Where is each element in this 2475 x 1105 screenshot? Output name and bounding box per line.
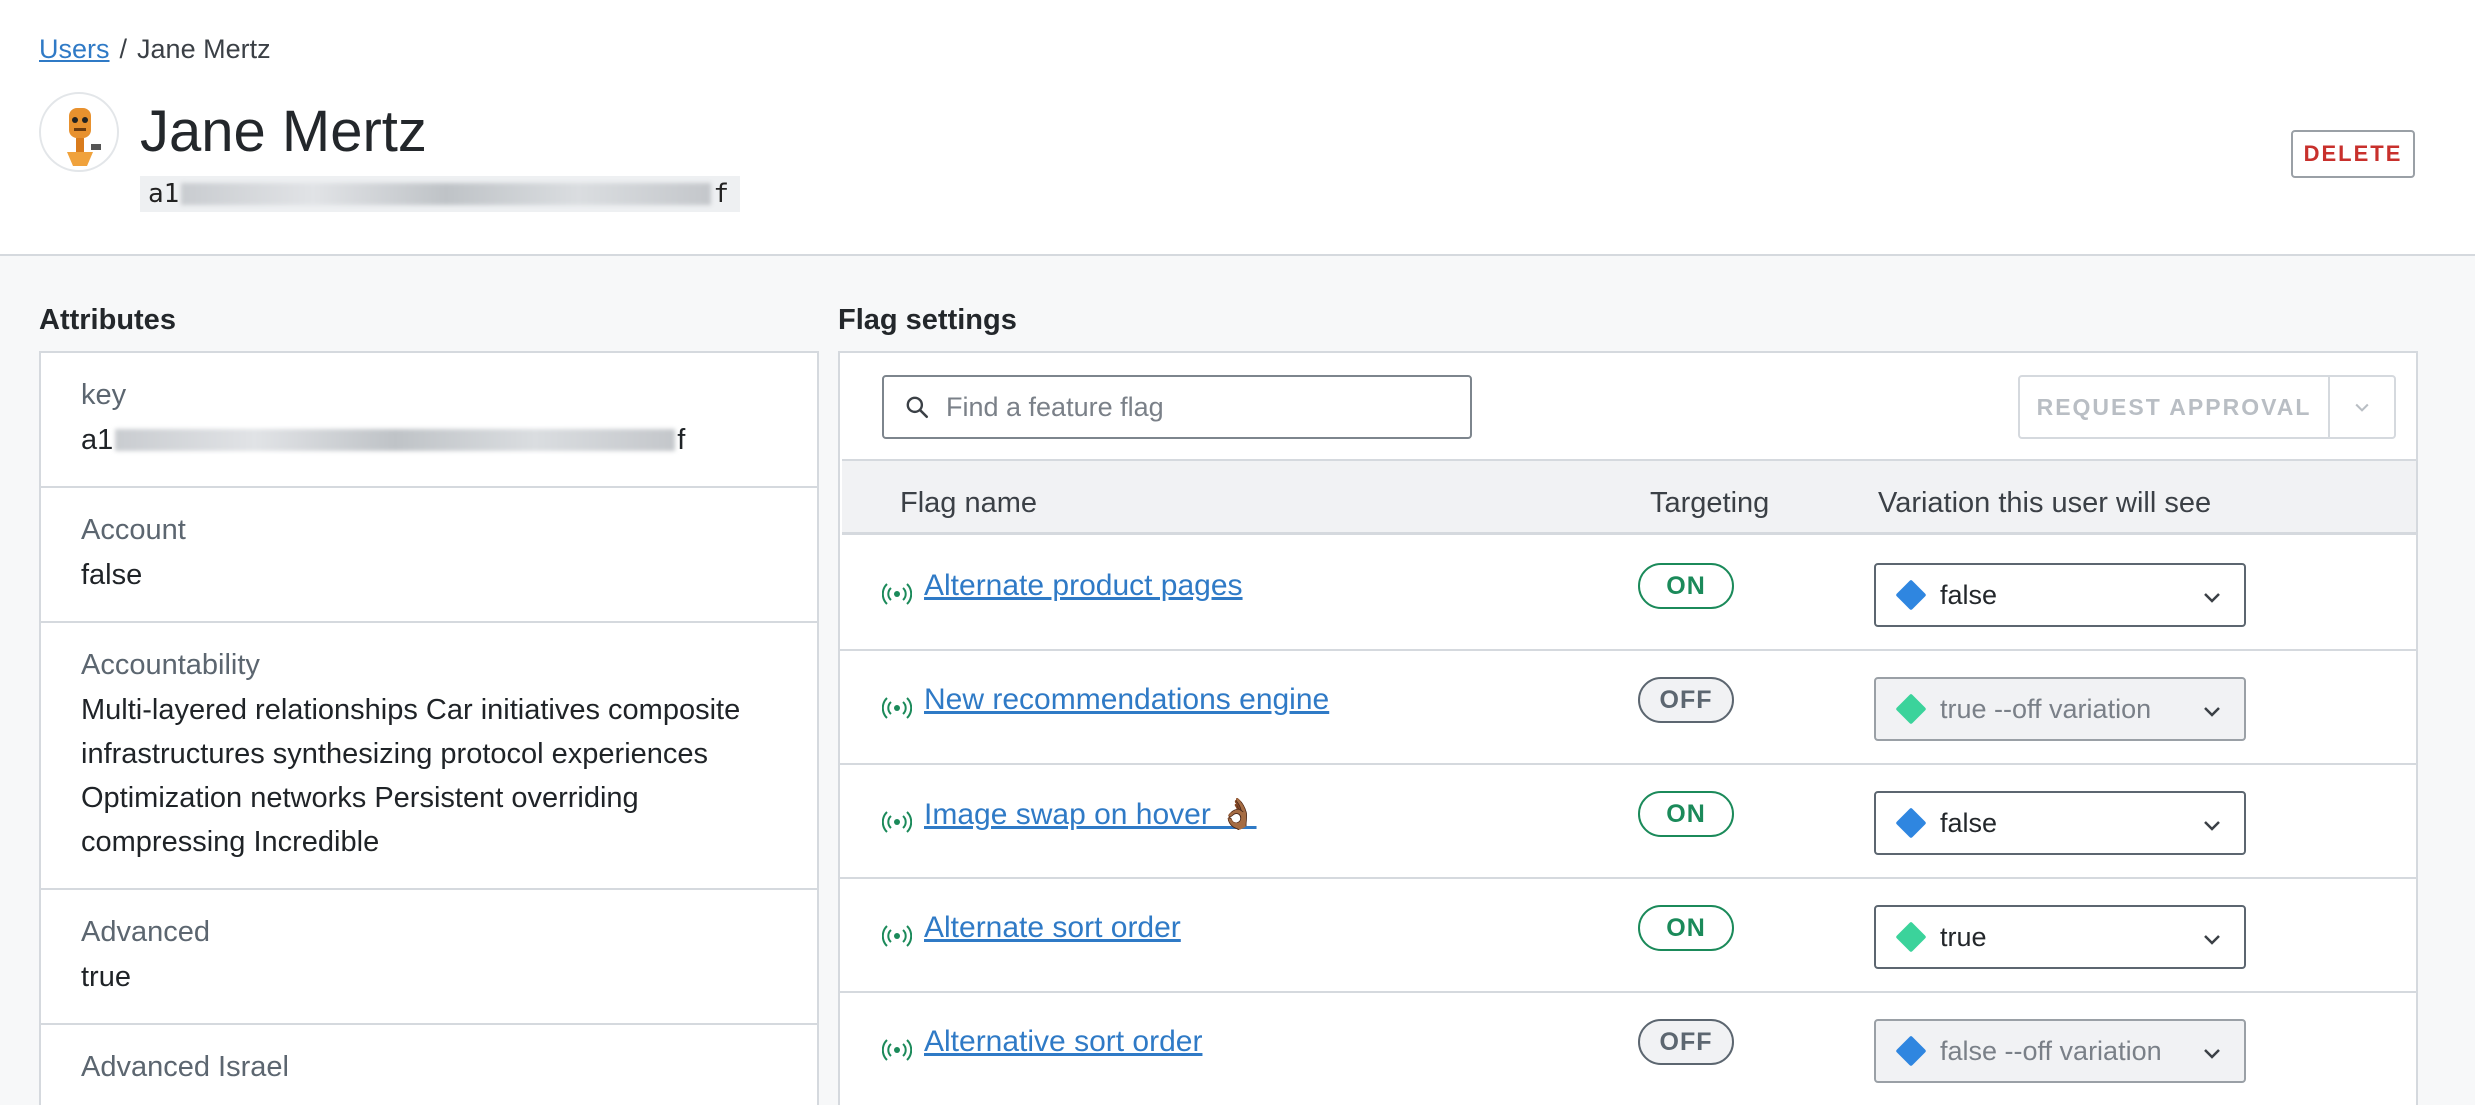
attribute-value-prefix: a1 bbox=[81, 424, 114, 456]
flag-name-link[interactable]: Image swap on hover 👌🏾 bbox=[924, 797, 1257, 832]
table-row: Alternate sort order ON true bbox=[840, 879, 2416, 993]
request-approval-group: REQUEST APPROVAL bbox=[2018, 375, 2396, 439]
attributes-title: Attributes bbox=[39, 304, 176, 336]
flag-search[interactable] bbox=[882, 375, 1472, 439]
redacted-id-block bbox=[181, 183, 712, 205]
variation-color-icon bbox=[1895, 1035, 1927, 1067]
redacted-key-block bbox=[115, 429, 676, 451]
robot-avatar-icon bbox=[67, 108, 101, 166]
flag-name-link[interactable]: Alternate sort order bbox=[924, 911, 1181, 945]
search-input[interactable] bbox=[946, 391, 1446, 423]
broadcast-icon bbox=[882, 925, 912, 947]
variation-value: true --off variation bbox=[1940, 693, 2152, 724]
breadcrumb-separator: / bbox=[119, 34, 128, 64]
variation-select: false --off variation bbox=[1874, 1019, 2246, 1083]
chevron-down-icon bbox=[2204, 821, 2220, 831]
attribute-advanced-israel: Advanced Israel bbox=[41, 1025, 817, 1105]
table-row: New recommendations engine OFF true --off … bbox=[840, 651, 2416, 765]
breadcrumb: Users / Jane Mertz bbox=[39, 34, 271, 65]
variation-color-icon bbox=[1895, 921, 1927, 953]
flag-name-link[interactable]: Alternative sort order bbox=[924, 1025, 1202, 1059]
flags-table-header: Flag name Targeting Variation this user … bbox=[842, 459, 2416, 535]
user-id: a1 f bbox=[140, 176, 740, 212]
variation-value: false --off variation bbox=[1940, 1035, 2162, 1066]
broadcast-icon bbox=[882, 811, 912, 833]
variation-color-icon bbox=[1895, 807, 1927, 839]
page-title: Jane Mertz bbox=[140, 99, 427, 164]
attribute-accountability: Accountability Multi-layered relationshi… bbox=[41, 623, 817, 890]
attribute-key: key a1 f bbox=[41, 353, 817, 488]
variation-select[interactable]: false bbox=[1874, 563, 2246, 627]
user-id-prefix: a1 bbox=[148, 179, 180, 209]
variation-value: true bbox=[1940, 921, 1987, 952]
targeting-badge: ON bbox=[1638, 563, 1734, 609]
request-approval-button[interactable]: REQUEST APPROVAL bbox=[2020, 377, 2330, 437]
variation-select: true --off variation bbox=[1874, 677, 2246, 741]
table-row: Alternate product pages ON false bbox=[840, 537, 2416, 651]
attribute-value: true bbox=[81, 961, 131, 993]
targeting-badge: ON bbox=[1638, 905, 1734, 951]
attribute-name: Account bbox=[81, 514, 186, 546]
column-variation: Variation this user will see bbox=[1878, 487, 2212, 519]
variation-select[interactable]: true bbox=[1874, 905, 2246, 969]
variation-color-icon bbox=[1895, 693, 1927, 725]
column-targeting: Targeting bbox=[1650, 487, 1770, 519]
chevron-down-icon bbox=[2204, 935, 2220, 945]
chevron-down-icon bbox=[2204, 1049, 2220, 1059]
flag-settings-title: Flag settings bbox=[838, 304, 1017, 336]
attribute-name: Accountability bbox=[81, 649, 260, 681]
broadcast-icon bbox=[882, 697, 912, 719]
attribute-value-suffix: f bbox=[677, 424, 686, 456]
flag-name-link[interactable]: Alternate product pages bbox=[924, 569, 1243, 603]
broadcast-icon bbox=[882, 1039, 912, 1061]
attribute-value: a1 f bbox=[81, 418, 777, 462]
request-approval-dropdown[interactable] bbox=[2330, 377, 2394, 437]
attribute-value: false bbox=[81, 559, 143, 591]
targeting-badge: ON bbox=[1638, 791, 1734, 837]
chevron-down-icon bbox=[2204, 593, 2220, 603]
attribute-account: Account false bbox=[41, 488, 817, 623]
breadcrumb-current: Jane Mertz bbox=[137, 34, 271, 64]
page-header: Users / Jane Mertz Jane Mertz a1 f DELETE bbox=[0, 0, 2475, 256]
attribute-value: Multi-layered relationships Car initiati… bbox=[81, 694, 741, 858]
variation-value: false bbox=[1940, 579, 1998, 610]
avatar bbox=[39, 92, 119, 172]
broadcast-icon bbox=[882, 583, 912, 605]
column-flag-name: Flag name bbox=[900, 487, 1038, 519]
variation-select[interactable]: false bbox=[1874, 791, 2246, 855]
targeting-badge: OFF bbox=[1638, 1019, 1734, 1065]
breadcrumb-users-link[interactable]: Users bbox=[39, 34, 110, 64]
delete-button[interactable]: DELETE bbox=[2291, 130, 2415, 178]
flag-name-link[interactable]: New recommendations engine bbox=[924, 683, 1329, 717]
attribute-name: Advanced Israel bbox=[81, 1051, 289, 1083]
variation-value: false bbox=[1940, 807, 1998, 838]
chevron-down-icon bbox=[2204, 707, 2220, 717]
flag-settings-panel: REQUEST APPROVAL Flag name Targeting Var… bbox=[838, 351, 2418, 1105]
variation-color-icon bbox=[1895, 579, 1927, 611]
attribute-name: key bbox=[81, 379, 127, 411]
targeting-badge: OFF bbox=[1638, 677, 1734, 723]
user-id-suffix: f bbox=[713, 179, 729, 209]
attribute-name: Advanced bbox=[81, 916, 210, 948]
attribute-advanced: Advanced true bbox=[41, 890, 817, 1025]
table-row: Alternative sort order OFF false --off var… bbox=[840, 993, 2416, 1105]
attributes-panel: key a1 f Account false Accountability Mu… bbox=[39, 351, 819, 1105]
chevron-down-icon bbox=[2355, 403, 2369, 412]
search-icon bbox=[906, 396, 929, 419]
table-row: Image swap on hover 👌🏾 ON false bbox=[840, 765, 2416, 879]
